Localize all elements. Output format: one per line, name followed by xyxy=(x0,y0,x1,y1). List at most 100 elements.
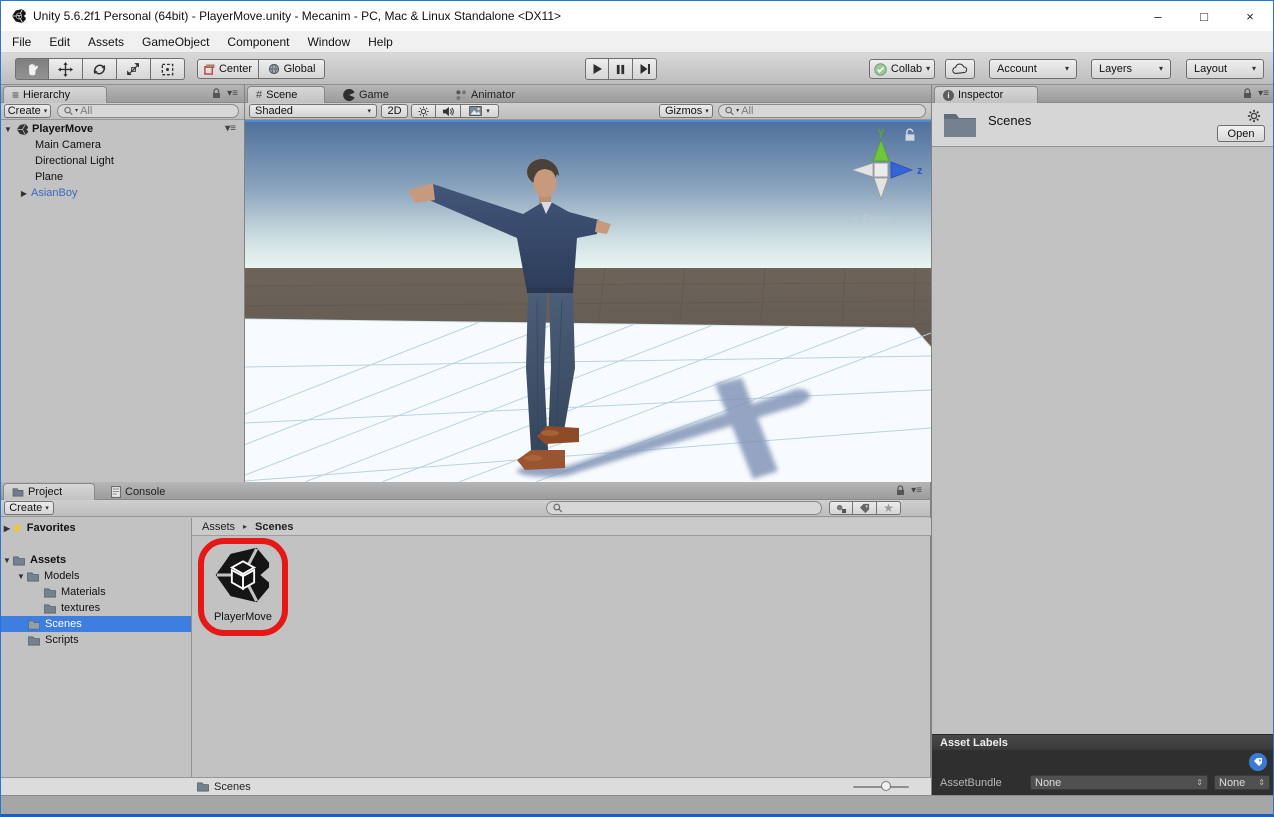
tab-animator[interactable]: Animator xyxy=(455,87,515,102)
scene-viewport[interactable]: y z < Persp xyxy=(245,120,931,482)
search-by-label-button[interactable] xyxy=(853,501,877,515)
red-annotation-circle xyxy=(198,538,288,636)
hierarchy-icon: ≡ xyxy=(12,89,19,101)
tab-scene[interactable]: # Scene xyxy=(247,86,325,103)
step-button[interactable] xyxy=(633,58,657,80)
hierarchy-item-plane[interactable]: Plane xyxy=(1,169,244,185)
search-by-type-button[interactable] xyxy=(829,501,853,515)
effects-dropdown-button[interactable]: ▾ xyxy=(461,104,499,118)
scene-row-menu-icon[interactable]: ▾≡ xyxy=(225,124,236,134)
move-tool-button[interactable] xyxy=(49,58,83,80)
gizmos-dropdown[interactable]: Gizmos▾ xyxy=(659,104,713,118)
pause-button[interactable] xyxy=(609,58,633,80)
collab-button[interactable]: Collab▾ xyxy=(869,59,935,79)
tab-game[interactable]: Game xyxy=(343,87,389,102)
lock-icon[interactable] xyxy=(1243,88,1252,99)
tree-item-models[interactable]: ▼ Models xyxy=(1,568,191,584)
assetbundle-variant-dropdown[interactable]: None⇕ xyxy=(1214,775,1270,790)
zoom-slider-thumb[interactable] xyxy=(881,781,891,791)
tab-inspector[interactable]: i Inspector xyxy=(934,86,1038,103)
star-icon: ★ xyxy=(12,521,23,535)
layers-dropdown[interactable]: Layers▾ xyxy=(1091,59,1171,79)
menu-file[interactable]: File xyxy=(3,31,40,53)
orientation-global-button[interactable]: Global xyxy=(259,59,325,79)
inspector-title: Scenes xyxy=(988,113,1031,128)
menu-window[interactable]: Window xyxy=(298,31,359,53)
project-splitter[interactable] xyxy=(191,518,192,777)
tab-project[interactable]: Project xyxy=(3,483,95,500)
menu-component[interactable]: Component xyxy=(218,31,298,53)
hierarchy-scene-row[interactable]: ▼ PlayerMove ▾≡ xyxy=(1,121,244,137)
hierarchy-item-directional-light[interactable]: Directional Light xyxy=(1,153,244,169)
maximize-button[interactable]: □ xyxy=(1181,1,1227,31)
inspector-header: Scenes Open xyxy=(932,103,1274,147)
lock-icon[interactable] xyxy=(212,88,221,99)
search-icon xyxy=(553,503,563,513)
project-breadcrumb: Assets ▸ Scenes xyxy=(192,518,931,536)
cloud-button[interactable] xyxy=(945,59,975,79)
tag-icon[interactable] xyxy=(1249,753,1267,771)
folder-icon xyxy=(27,619,41,630)
inspector-panel: i Inspector ▾≡ Scenes Open Asset Labels … xyxy=(931,85,1274,795)
hierarchy-search-input[interactable] xyxy=(80,105,232,117)
lock-icon[interactable] xyxy=(896,485,905,496)
panel-menu-icon[interactable]: ▾≡ xyxy=(911,486,922,496)
open-button[interactable]: Open xyxy=(1217,125,1265,142)
search-icon xyxy=(64,106,73,116)
panel-menu-icon[interactable]: ▾≡ xyxy=(1258,89,1269,99)
expand-arrow-icon[interactable]: ▶ xyxy=(19,189,29,198)
account-dropdown[interactable]: Account▾ xyxy=(989,59,1077,79)
lighting-toggle-button[interactable] xyxy=(411,104,436,118)
hierarchy-panel: ≡ Hierarchy ▾≡ Create▾ ▾ ▼ xyxy=(1,85,245,482)
panel-menu-icon[interactable]: ▾≡ xyxy=(227,89,238,99)
window-title: Unity 5.6.2f1 Personal (64bit) - PlayerM… xyxy=(33,9,561,23)
tab-console[interactable]: Console xyxy=(111,484,165,499)
hierarchy-item-asianboy[interactable]: ▶ AsianBoy xyxy=(1,185,244,201)
audio-toggle-button[interactable] xyxy=(436,104,461,118)
scale-tool-button[interactable] xyxy=(117,58,151,80)
tree-item-textures[interactable]: textures xyxy=(1,600,191,616)
menu-edit[interactable]: Edit xyxy=(40,31,79,53)
scene-search[interactable]: ▾ xyxy=(718,104,926,118)
favorites-filter-button[interactable]: ★ xyxy=(877,501,901,515)
gear-icon[interactable] xyxy=(1247,109,1261,123)
tree-item-favorites[interactable]: ▶ ★ Favorites xyxy=(1,520,191,536)
breadcrumb-root[interactable]: Assets xyxy=(202,521,235,533)
layout-dropdown[interactable]: Layout▾ xyxy=(1186,59,1264,79)
menu-help[interactable]: Help xyxy=(359,31,402,53)
layout-label: Layout xyxy=(1194,63,1227,75)
play-button[interactable] xyxy=(585,58,609,80)
tree-item-scenes[interactable]: Scenes xyxy=(1,616,191,632)
menu-gameobject[interactable]: GameObject xyxy=(133,31,218,53)
hierarchy-create-button[interactable]: Create▾ xyxy=(4,104,51,118)
project-create-button[interactable]: Create▾ xyxy=(4,501,54,515)
scale-icon xyxy=(126,62,141,77)
breadcrumb-current[interactable]: Scenes xyxy=(255,521,294,533)
hierarchy-search[interactable]: ▾ xyxy=(57,104,239,118)
rect-tool-button[interactable] xyxy=(151,58,185,80)
hierarchy-item-main-camera[interactable]: Main Camera xyxy=(1,137,244,153)
collapse-arrow-icon[interactable]: ▼ xyxy=(3,125,13,134)
menu-assets[interactable]: Assets xyxy=(79,31,133,53)
scene-tab-label: Scene xyxy=(266,89,297,101)
project-search-input[interactable] xyxy=(565,502,815,514)
shaded-dropdown[interactable]: Shaded▾ xyxy=(249,104,377,118)
tree-item-scripts[interactable]: Scripts xyxy=(1,632,191,648)
2d-toggle-button[interactable]: 2D xyxy=(381,104,408,118)
tree-item-materials[interactable]: Materials xyxy=(1,584,191,600)
persp-label[interactable]: < Persp xyxy=(853,213,891,225)
tab-hierarchy[interactable]: ≡ Hierarchy xyxy=(3,86,107,103)
search-icon xyxy=(725,106,734,116)
rotate-tool-button[interactable] xyxy=(83,58,117,80)
scene-search-input[interactable] xyxy=(741,105,919,117)
project-search[interactable] xyxy=(546,501,822,515)
assetbundle-dropdown[interactable]: None⇕ xyxy=(1030,775,1208,790)
minimize-button[interactable]: – xyxy=(1135,1,1181,31)
rotate-icon xyxy=(92,62,107,77)
plane-mesh[interactable] xyxy=(245,319,931,482)
tree-item-assets[interactable]: ▼ Assets xyxy=(1,552,191,568)
pivot-center-button[interactable]: Center xyxy=(197,59,259,79)
project-toolbar: Create▾ ★ xyxy=(1,500,930,517)
close-button[interactable]: × xyxy=(1227,1,1273,31)
hand-tool-button[interactable] xyxy=(15,58,49,80)
